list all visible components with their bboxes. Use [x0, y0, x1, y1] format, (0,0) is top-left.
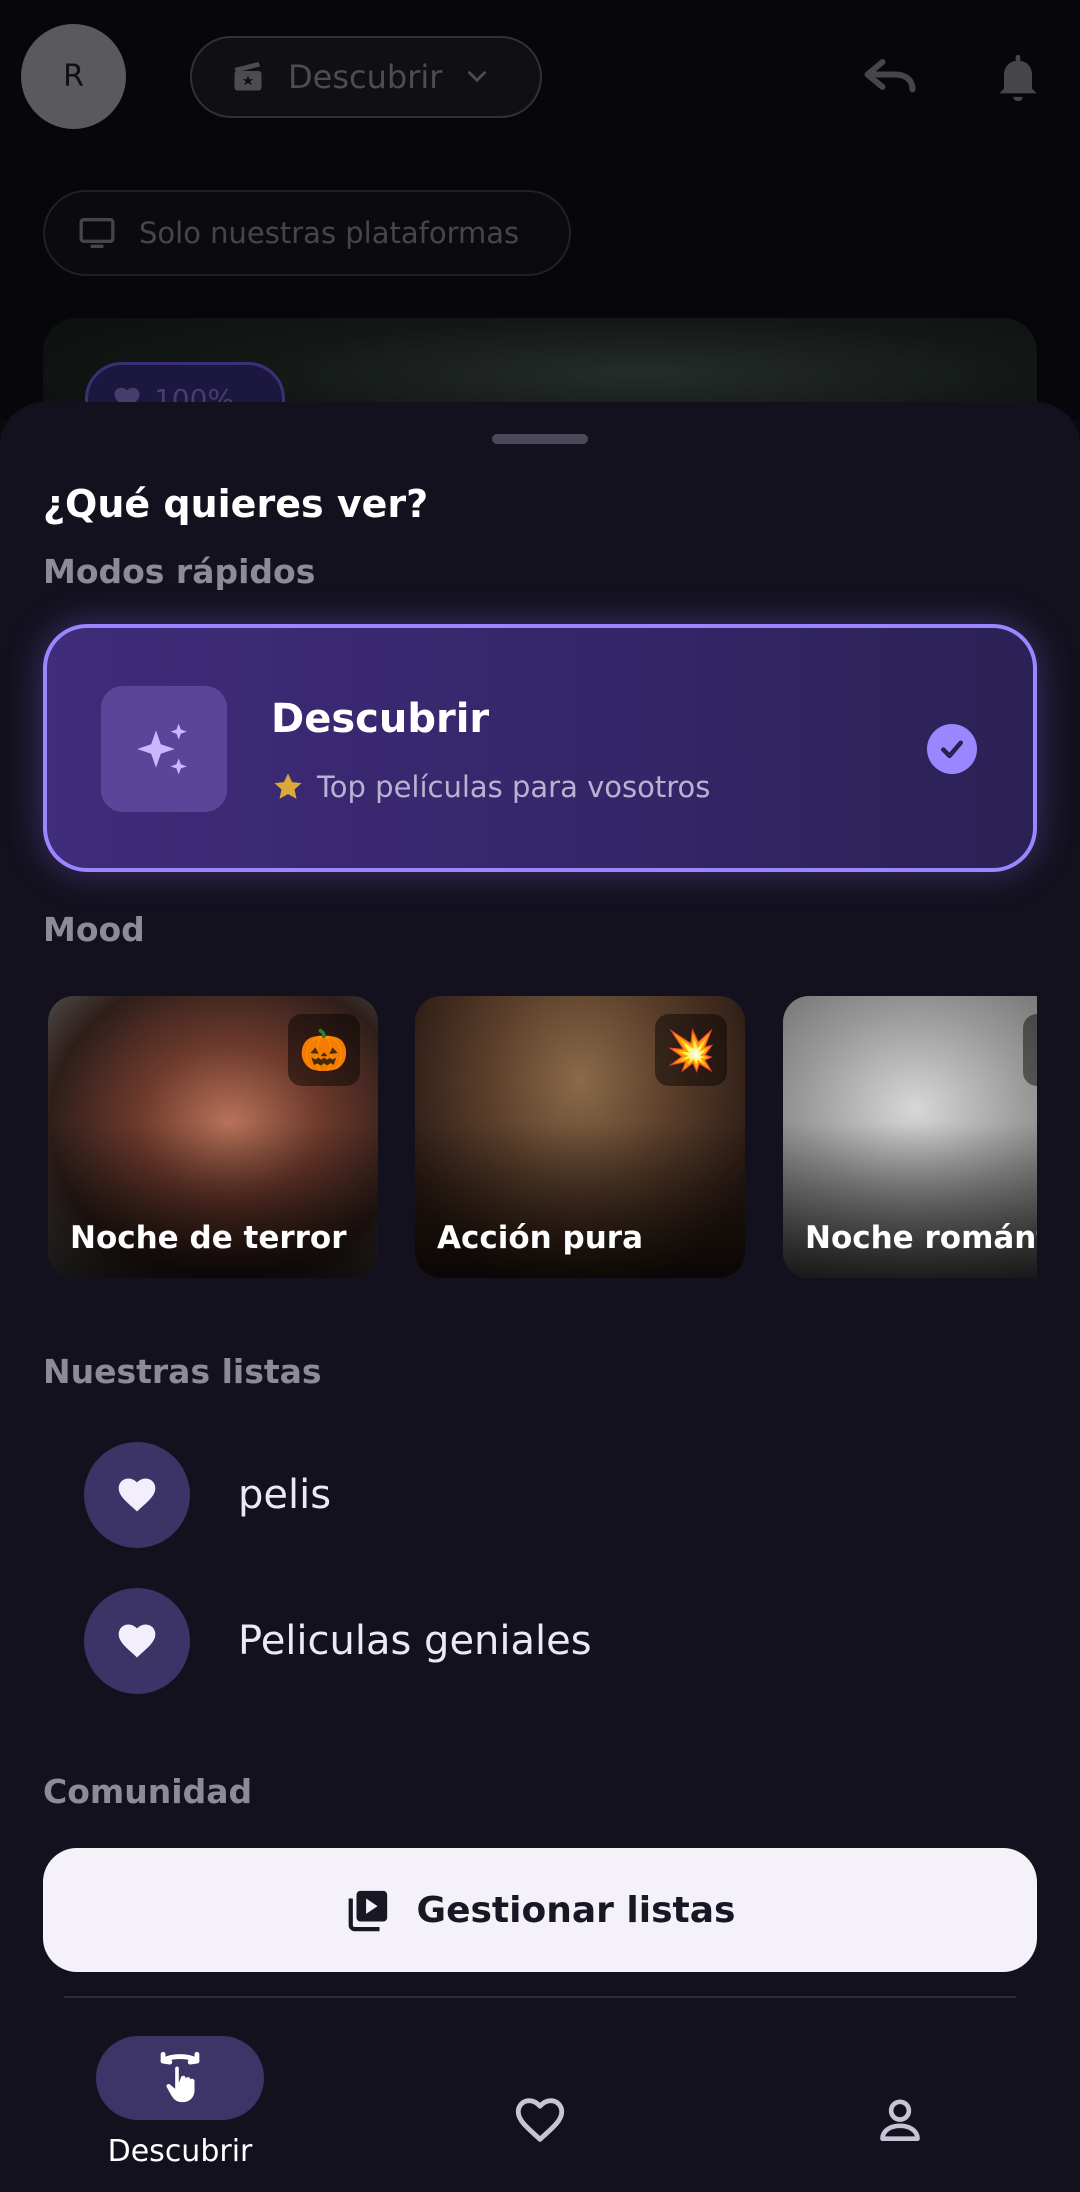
- nav-item-label: Descubrir: [107, 2134, 253, 2169]
- mood-card-label: Acción pura: [437, 1220, 643, 1256]
- sheet-drag-handle[interactable]: [492, 434, 588, 444]
- heart-icon: [118, 1624, 156, 1658]
- explosion-icon: 💥: [655, 1014, 727, 1086]
- filter-bottom-sheet: ¿Qué quieres ver? Modos rápidos Descubri…: [0, 402, 1080, 2192]
- person-icon: [880, 2099, 920, 2141]
- list-item[interactable]: pelis: [84, 1442, 984, 1548]
- manage-lists-button[interactable]: Gestionar listas: [43, 1848, 1037, 1972]
- nav-item-favorites[interactable]: [500, 2000, 580, 2160]
- nav-divider: [64, 1996, 1016, 1998]
- background-app: R Descubrir Solo nuestras plataformas 10…: [0, 0, 1080, 458]
- list-name: Peliculas geniales: [238, 1618, 592, 1664]
- pink-heart-icon: 💗: [1023, 1014, 1037, 1086]
- mood-card-romantic[interactable]: 💗 Noche romántica: [783, 996, 1037, 1278]
- list-name: pelis: [238, 1472, 332, 1518]
- list-heart-badge: [84, 1442, 190, 1548]
- selected-check: [927, 724, 977, 774]
- mood-card-action[interactable]: 💥 Acción pura: [415, 996, 745, 1278]
- quick-mode-subtitle: Top películas para vosotros: [317, 770, 711, 804]
- quick-mode-discover-card[interactable]: Descubrir Top películas para vosotros: [43, 624, 1037, 872]
- nav-item-discover[interactable]: Descubrir: [96, 2000, 264, 2169]
- quick-mode-icon-tile: [101, 686, 227, 812]
- bottom-navigation: Descubrir: [0, 2000, 1080, 2192]
- mood-card-terror[interactable]: 🎃 Noche de terror: [48, 996, 378, 1278]
- quick-modes-heading: Modos rápidos: [43, 552, 316, 591]
- nav-icon-wrap: [500, 2080, 580, 2160]
- swipe-icon: [160, 2051, 200, 2103]
- heart-icon: [118, 1478, 156, 1512]
- mood-card-label: Noche de terror: [70, 1220, 347, 1256]
- pumpkin-icon: 🎃: [288, 1014, 360, 1086]
- manage-lists-label: Gestionar listas: [416, 1889, 736, 1931]
- playlist-icon: [348, 1890, 387, 1932]
- scrim[interactable]: [0, 0, 1080, 420]
- quick-mode-title: Descubrir: [271, 696, 490, 742]
- sparkles-icon: [137, 723, 187, 775]
- list-item[interactable]: Peliculas geniales: [84, 1588, 984, 1694]
- check-icon: [941, 740, 963, 759]
- mood-card-label: Noche romántica: [805, 1220, 1037, 1256]
- heart-outline-icon: [515, 2098, 565, 2142]
- sheet-title: ¿Qué quieres ver?: [43, 482, 429, 526]
- list-heart-badge: [84, 1588, 190, 1694]
- our-lists-heading: Nuestras listas: [43, 1352, 322, 1391]
- mood-carousel[interactable]: 🎃 Noche de terror 💥 Acción pura 💗 Noche …: [43, 996, 1037, 1286]
- nav-icon-wrap: [860, 2080, 940, 2160]
- mood-heading: Mood: [43, 910, 145, 949]
- nav-item-profile[interactable]: [860, 2000, 940, 2160]
- community-heading: Comunidad: [43, 1772, 253, 1811]
- quick-mode-subtitle-row: Top películas para vosotros: [271, 770, 710, 804]
- star-icon: [274, 773, 302, 799]
- nav-active-indicator: [96, 2036, 264, 2120]
